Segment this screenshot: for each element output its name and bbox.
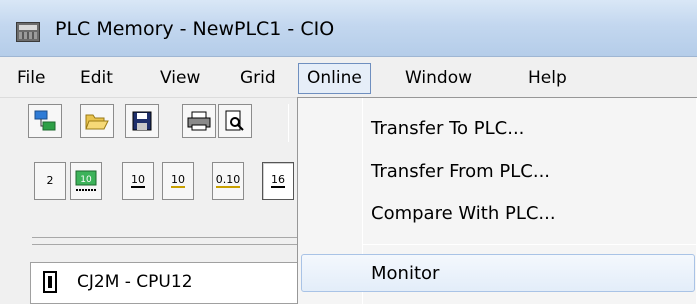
title-bar: PLC Memory - NewPLC1 - CIO (0, 0, 697, 57)
menu-file[interactable]: File (17, 68, 45, 88)
binary-label: 2 (46, 174, 54, 187)
float-label: 0.10 (215, 173, 241, 188)
menu-help[interactable]: Help (528, 68, 567, 88)
menu-item-transfer-from-plc[interactable]: Transfer From PLC... (298, 153, 696, 191)
project-tree: CJ2M - CPU12 (30, 262, 300, 304)
app-icon (16, 22, 40, 42)
bcd-icon: 10 (75, 170, 97, 191)
menu-online[interactable]: Online (298, 63, 371, 94)
hex-label: 16 (271, 173, 285, 188)
menu-separator (363, 244, 696, 245)
float-button[interactable]: 0.10 (212, 162, 244, 200)
print-preview-button[interactable] (218, 104, 252, 138)
binary-button[interactable]: 2 (34, 162, 66, 200)
menu-edit[interactable]: Edit (80, 68, 113, 88)
menu-item-monitor[interactable]: Monitor (301, 254, 695, 292)
menu-bar: File Edit View Grid Online Window Help (0, 58, 697, 98)
decimal-button[interactable]: 10 (122, 162, 154, 200)
project-tree-button[interactable] (28, 104, 62, 138)
folder-open-icon (85, 114, 109, 130)
decimal-label: 10 (131, 173, 145, 188)
toolbar-separator (288, 104, 289, 142)
tree-item-cpu[interactable]: CJ2M - CPU12 (77, 272, 193, 292)
menu-item-label: Transfer To PLC... (371, 118, 525, 139)
save-icon (132, 111, 152, 131)
save-button[interactable] (125, 104, 159, 138)
menu-view[interactable]: View (160, 68, 200, 88)
menu-item-compare-with-plc[interactable]: Compare With PLC... (298, 195, 696, 233)
menu-grid[interactable]: Grid (240, 68, 276, 88)
signed-decimal-button[interactable]: 10 (162, 162, 194, 200)
svg-text:10: 10 (80, 175, 92, 185)
window-title: PLC Memory - NewPLC1 - CIO (55, 18, 335, 40)
menu-item-label: Monitor (371, 263, 440, 284)
hex-button[interactable]: 16 (262, 162, 294, 200)
network-icon (34, 110, 56, 131)
cpu-icon (43, 271, 57, 293)
print-preview-icon (225, 110, 244, 131)
online-dropdown-menu: Transfer To PLC... Transfer From PLC... … (297, 97, 697, 304)
menu-item-label: Compare With PLC... (371, 203, 556, 224)
menu-window[interactable]: Window (405, 68, 472, 88)
open-button[interactable] (80, 104, 114, 138)
print-button[interactable] (182, 104, 216, 138)
pane-divider (32, 237, 297, 245)
printer-icon (187, 111, 211, 131)
bcd-button[interactable]: 10 (70, 162, 102, 200)
menu-item-transfer-to-plc[interactable]: Transfer To PLC... (298, 110, 696, 148)
menu-item-label: Transfer From PLC... (371, 161, 551, 182)
signed-decimal-label: 10 (171, 173, 185, 188)
